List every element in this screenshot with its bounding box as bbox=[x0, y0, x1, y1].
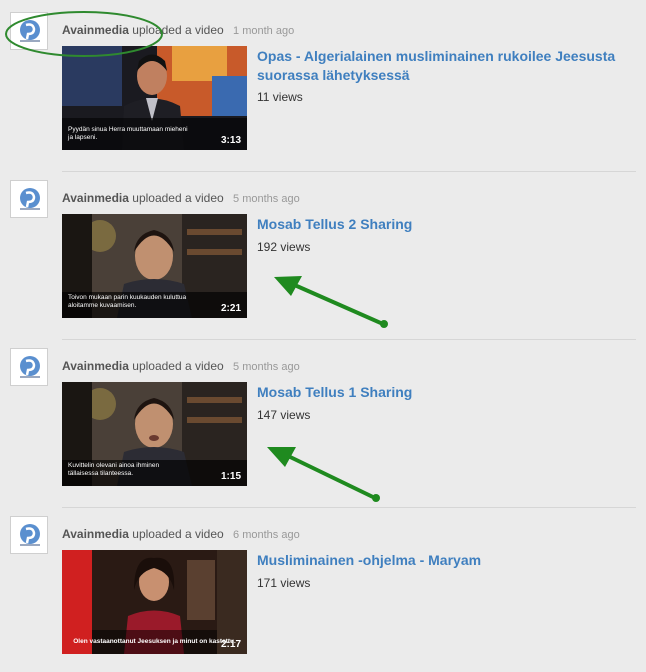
video-duration: 2:17 bbox=[220, 639, 241, 650]
video-title-link[interactable]: Mosab Tellus 1 Sharing bbox=[257, 383, 637, 402]
avatar[interactable] bbox=[10, 12, 48, 50]
view-count: 11 views bbox=[257, 90, 303, 104]
video-duration: 2:21 bbox=[220, 303, 241, 314]
video-duration: 1:15 bbox=[220, 471, 241, 482]
activity-time: 1 month ago bbox=[233, 25, 295, 37]
video-title-link[interactable]: Mosab Tellus 2 Sharing bbox=[257, 215, 637, 234]
activity-feed: Avainmedia uploaded a video 1 month ago … bbox=[0, 0, 646, 672]
video-title-link[interactable]: Musliminainen -ohjelma - Maryam bbox=[257, 551, 637, 570]
activity-time: 5 months ago bbox=[233, 361, 300, 373]
username-link[interactable]: Avainmedia bbox=[62, 191, 129, 205]
username-link[interactable]: Avainmedia bbox=[62, 359, 129, 373]
avainmedia-logo-icon bbox=[20, 20, 40, 42]
username-link[interactable]: Avainmedia bbox=[62, 23, 129, 37]
feed-divider bbox=[62, 507, 636, 508]
view-count: 171 views bbox=[257, 576, 311, 590]
avainmedia-logo-icon bbox=[20, 524, 40, 546]
activity-action: uploaded a video bbox=[132, 359, 224, 373]
thumbnail-caption: Olen vastaanottanut Jeesuksen ja minut o… bbox=[73, 638, 236, 645]
activity-action: uploaded a video bbox=[132, 527, 224, 541]
view-count: 192 views bbox=[257, 240, 311, 254]
video-thumbnail[interactable]: Toivon mukaan parin kuukauden kuluttua a… bbox=[62, 214, 247, 318]
arrow-annotation bbox=[274, 276, 388, 328]
activity-meta: Avainmedia uploaded a video 5 months ago bbox=[62, 191, 300, 205]
feed-divider bbox=[62, 171, 636, 172]
video-title-link[interactable]: Opas - Algerialainen musliminainen rukoi… bbox=[257, 47, 637, 85]
activity-meta: Avainmedia uploaded a video 1 month ago bbox=[62, 23, 294, 37]
avatar[interactable] bbox=[10, 516, 48, 554]
activity-meta: Avainmedia uploaded a video 5 months ago bbox=[62, 359, 300, 373]
avatar[interactable] bbox=[10, 180, 48, 218]
video-duration: 3:13 bbox=[220, 135, 241, 146]
activity-time: 6 months ago bbox=[233, 529, 300, 541]
activity-meta: Avainmedia uploaded a video 6 months ago bbox=[62, 527, 300, 541]
video-thumbnail[interactable]: Kuvittelin olevani ainoa ihminen tällais… bbox=[62, 382, 247, 486]
thumbnail-caption: Toivon mukaan parin kuukauden kuluttua a… bbox=[68, 294, 187, 309]
avatar[interactable] bbox=[10, 348, 48, 386]
avainmedia-logo-icon bbox=[20, 188, 40, 210]
username-link[interactable]: Avainmedia bbox=[62, 527, 129, 541]
arrow-annotation bbox=[267, 447, 380, 502]
view-count: 147 views bbox=[257, 408, 311, 422]
activity-action: uploaded a video bbox=[132, 23, 224, 37]
video-thumbnail[interactable]: Pyydän sinua Herra muuttamaan mieheni ja… bbox=[62, 46, 247, 150]
activity-action: uploaded a video bbox=[132, 191, 224, 205]
activity-time: 5 months ago bbox=[233, 193, 300, 205]
video-thumbnail[interactable]: Olen vastaanottanut Jeesuksen ja minut o… bbox=[62, 550, 247, 654]
feed-divider bbox=[62, 339, 636, 340]
thumbnail-caption: Kuvittelin olevani ainoa ihminen tällais… bbox=[68, 462, 160, 477]
thumbnail-caption: Pyydän sinua Herra muuttamaan mieheni ja… bbox=[68, 126, 188, 141]
avainmedia-logo-icon bbox=[20, 356, 40, 378]
